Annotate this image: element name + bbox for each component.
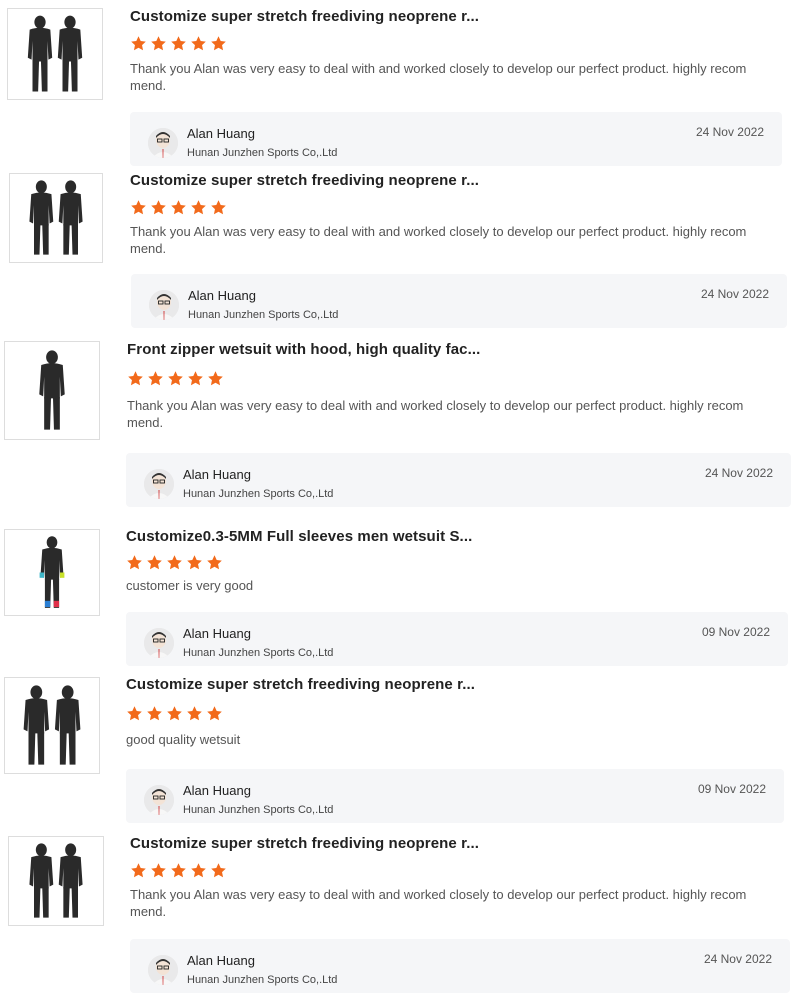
- product-thumbnail[interactable]: [7, 8, 103, 100]
- reply-company: Hunan Junzhen Sports Co,.Ltd: [183, 488, 334, 500]
- product-thumbnail[interactable]: [9, 173, 103, 263]
- review-text: Thank you Alan was very easy to deal wit…: [130, 887, 747, 919]
- review-text: Thank you Alan was very easy to deal wit…: [130, 61, 747, 93]
- reply-author-name: Alan Huang: [183, 783, 251, 798]
- reviewer-avatar: [144, 469, 174, 499]
- star-icon: [147, 370, 164, 387]
- rating-stars: [130, 35, 227, 53]
- product-title[interactable]: Customize super stretch freediving neopr…: [130, 8, 479, 25]
- product-title[interactable]: Customize super stretch freediving neopr…: [130, 172, 479, 189]
- star-icon: [170, 35, 187, 52]
- star-icon: [127, 370, 144, 387]
- star-icon: [146, 705, 163, 722]
- star-icon: [130, 199, 147, 216]
- product-title[interactable]: Customize0.3-5MM Full sleeves men wetsui…: [126, 528, 472, 545]
- reviewer-avatar: [144, 628, 174, 658]
- rating-stars: [126, 554, 223, 572]
- reviewer-avatar: [148, 128, 178, 158]
- product-title[interactable]: Front zipper wetsuit with hood, high qua…: [127, 341, 480, 358]
- star-icon: [126, 554, 143, 571]
- review-text: customer is very good: [126, 578, 254, 593]
- reply-author-name: Alan Huang: [183, 626, 251, 641]
- star-icon: [150, 199, 167, 216]
- star-icon: [206, 554, 223, 571]
- product-thumbnail[interactable]: [8, 836, 104, 926]
- rating-stars: [130, 199, 227, 217]
- star-icon: [206, 705, 223, 722]
- reply-date: 09 Nov 2022: [697, 782, 766, 796]
- star-icon: [186, 705, 203, 722]
- reply-author-name: Alan Huang: [187, 953, 255, 968]
- review-text: Thank you Alan was very easy to deal wit…: [127, 398, 744, 430]
- star-icon: [186, 554, 203, 571]
- reply-date: 24 Nov 2022: [700, 287, 769, 301]
- reply-date: 09 Nov 2022: [701, 625, 770, 639]
- review-text: good quality wetsuit: [126, 732, 241, 747]
- reply-date: 24 Nov 2022: [695, 125, 764, 139]
- review-text: Thank you Alan was very easy to deal wit…: [130, 224, 747, 256]
- rating-stars: [126, 705, 223, 723]
- star-icon: [146, 554, 163, 571]
- star-icon: [190, 199, 207, 216]
- seller-reply: Alan Huang Hunan Junzhen Sports Co,.Ltd 24…: [131, 274, 787, 328]
- star-icon: [190, 862, 207, 879]
- reply-author-name: Alan Huang: [188, 288, 256, 303]
- reviewer-avatar: [144, 785, 174, 815]
- product-title[interactable]: Customize super stretch freediving neopr…: [130, 835, 479, 852]
- reply-company: Hunan Junzhen Sports Co,.Ltd: [183, 647, 334, 659]
- star-icon: [210, 862, 227, 879]
- star-icon: [167, 370, 184, 387]
- star-icon: [130, 35, 147, 52]
- star-icon: [150, 862, 167, 879]
- star-icon: [170, 862, 187, 879]
- reply-author-name: Alan Huang: [187, 126, 255, 141]
- seller-reply: Alan Huang Hunan Junzhen Sports Co,.Ltd 09…: [126, 769, 784, 823]
- star-icon: [190, 35, 207, 52]
- star-icon: [210, 35, 227, 52]
- reply-date: 24 Nov 2022: [703, 952, 772, 966]
- star-icon: [166, 705, 183, 722]
- product-thumbnail[interactable]: [4, 677, 100, 774]
- star-icon: [207, 370, 224, 387]
- rating-stars: [127, 370, 224, 388]
- seller-reply: Alan Huang Hunan Junzhen Sports Co,.Ltd 24…: [126, 453, 791, 507]
- reply-company: Hunan Junzhen Sports Co,.Ltd: [183, 804, 334, 816]
- star-icon: [170, 199, 187, 216]
- reply-author-name: Alan Huang: [183, 467, 251, 482]
- reply-company: Hunan Junzhen Sports Co,.Ltd: [187, 147, 338, 159]
- rating-stars: [130, 862, 227, 880]
- star-icon: [126, 705, 143, 722]
- seller-reply: Alan Huang Hunan Junzhen Sports Co,.Ltd 24…: [130, 939, 790, 993]
- star-icon: [210, 199, 227, 216]
- star-icon: [150, 35, 167, 52]
- reply-company: Hunan Junzhen Sports Co,.Ltd: [188, 309, 339, 321]
- star-icon: [187, 370, 204, 387]
- seller-reply: Alan Huang Hunan Junzhen Sports Co,.Ltd 24…: [130, 112, 782, 166]
- reply-date: 24 Nov 2022: [704, 466, 773, 480]
- reply-company: Hunan Junzhen Sports Co,.Ltd: [187, 974, 338, 986]
- reviewer-avatar: [149, 290, 179, 320]
- reviewer-avatar: [148, 955, 178, 985]
- seller-reply: Alan Huang Hunan Junzhen Sports Co,.Ltd 09…: [126, 612, 788, 666]
- product-thumbnail[interactable]: [4, 341, 100, 440]
- product-title[interactable]: Customize super stretch freediving neopr…: [126, 676, 475, 693]
- star-icon: [130, 862, 147, 879]
- star-icon: [166, 554, 183, 571]
- product-thumbnail[interactable]: [4, 529, 100, 616]
